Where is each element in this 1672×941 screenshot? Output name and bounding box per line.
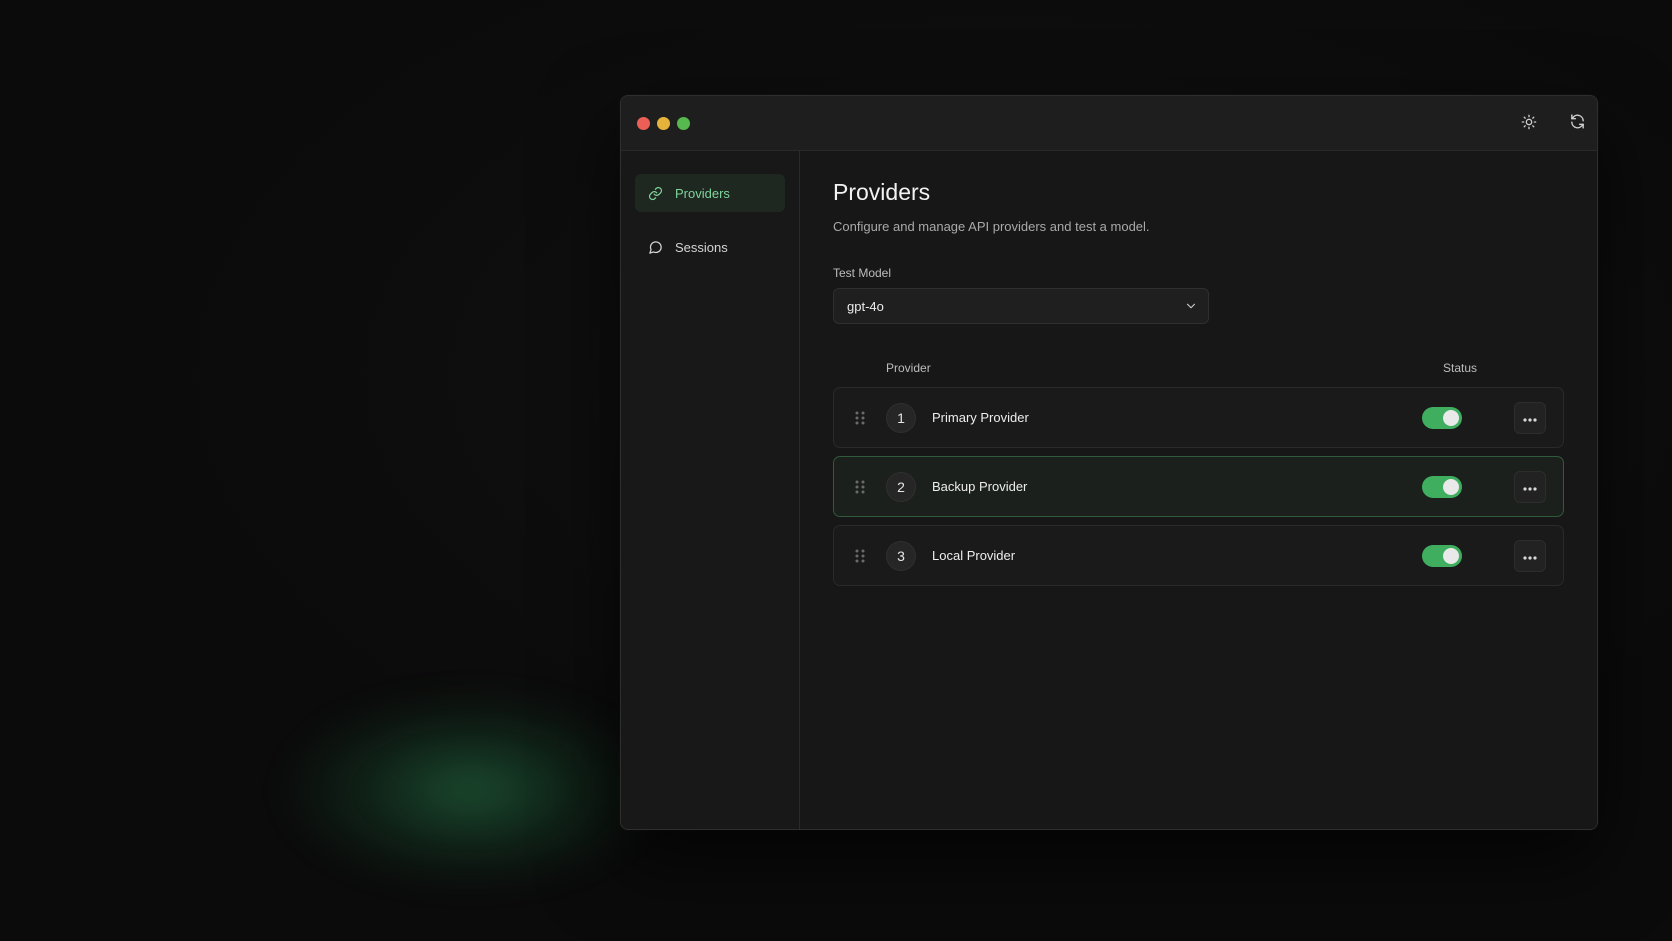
link-icon [647,185,663,201]
priority-number: 3 [886,541,916,571]
more-options-button[interactable] [1514,402,1546,434]
provider-row[interactable]: 3 Local Provider [833,525,1564,586]
chat-bubble-icon [647,239,663,255]
status-toggle[interactable] [1422,476,1462,498]
provider-row[interactable]: 2 Backup Provider [833,456,1564,517]
toggle-knob [1443,479,1459,495]
drag-handle-icon[interactable] [854,479,866,495]
maximize-window-button[interactable] [677,117,690,130]
more-options-button[interactable] [1514,540,1546,572]
page-subtitle: Configure and manage API providers and t… [833,219,1150,234]
provider-row[interactable]: 1 Primary Provider [833,387,1564,448]
toggle-knob [1443,410,1459,426]
test-model-select[interactable]: gpt-4o [833,288,1209,324]
main-content: Providers Configure and manage API provi… [800,151,1597,829]
test-model-value: gpt-4o [847,298,884,314]
column-header-status: Status [1443,361,1478,375]
theme-toggle-button[interactable] [1515,110,1543,138]
sidebar: Providers Sessions [621,151,800,829]
sidebar-item-label: Providers [675,185,730,201]
page-title: Providers [833,179,931,205]
priority-number: 1 [886,403,916,433]
provider-name: Local Provider [932,548,1016,563]
refresh-button[interactable] [1563,110,1591,138]
test-model-label: Test Model [833,266,892,280]
sidebar-item-label: Sessions [675,239,728,255]
column-header-provider: Provider [886,361,931,375]
more-options-button[interactable] [1514,471,1546,503]
refresh-icon [1569,113,1586,135]
sidebar-item-sessions[interactable]: Sessions [635,228,785,266]
sidebar-item-providers[interactable]: Providers [635,174,785,212]
close-window-button[interactable] [637,117,650,130]
ellipsis-icon [1523,478,1537,496]
app-window: Providers Sessions Providers Configure a… [620,95,1598,830]
status-toggle[interactable] [1422,407,1462,429]
priority-number: 2 [886,472,916,502]
ellipsis-icon [1523,547,1537,565]
title-bar [621,96,1597,151]
provider-name: Backup Provider [932,479,1028,494]
minimize-window-button[interactable] [657,117,670,130]
drag-handle-icon[interactable] [854,410,866,426]
toggle-knob [1443,548,1459,564]
drag-handle-icon[interactable] [854,548,866,564]
provider-name: Primary Provider [932,410,1029,425]
sun-icon [1521,114,1537,135]
chevron-down-icon [1184,299,1198,313]
status-toggle[interactable] [1422,545,1462,567]
ellipsis-icon [1523,409,1537,427]
background-glow [280,690,660,890]
